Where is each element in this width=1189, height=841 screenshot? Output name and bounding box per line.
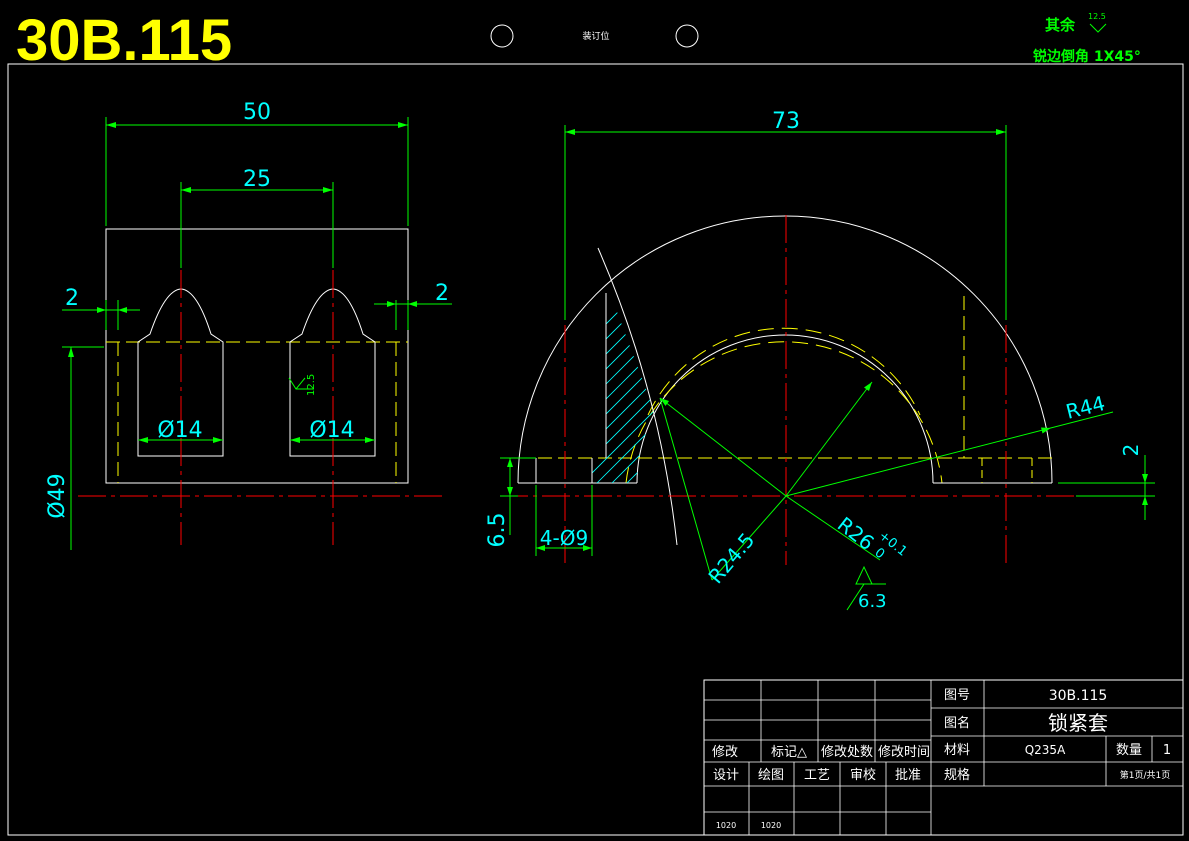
- drawing-frame: [7, 63, 1184, 836]
- code-value: 30B.115: [1049, 688, 1108, 704]
- spec-label: 规格: [944, 767, 970, 783]
- material-value: Q235A: [1025, 743, 1066, 757]
- outer-arc: [517, 215, 1053, 484]
- roughness-symbol-icon: [1089, 23, 1107, 33]
- sign-header-draw: 绘图: [758, 768, 784, 783]
- leader-line: [659, 397, 787, 497]
- dim-hole-left-dia: Ø14: [157, 418, 202, 443]
- roughness-value: 6.3: [858, 591, 887, 612]
- dim-outer-radius: R44: [1063, 391, 1107, 424]
- sign-header-review: 审校: [850, 767, 876, 783]
- binding-label: 装订位: [582, 30, 609, 42]
- dim-right-offset: 2: [435, 281, 449, 306]
- rev-header-modify: 修改: [712, 745, 738, 760]
- binding-hole-left: [490, 24, 514, 48]
- dim-hole-right-dia: Ø14: [309, 418, 354, 443]
- rev-header-mark: 标记△: [771, 745, 807, 760]
- binding-hole-right: [675, 24, 699, 48]
- dim-overall-width: 73: [772, 109, 800, 134]
- sign-value-design: 1020: [716, 821, 736, 830]
- qty-label: 数量: [1116, 743, 1142, 758]
- arrow-icon: [864, 382, 872, 391]
- material-label: 材料: [944, 743, 970, 758]
- qty-value: 1: [1163, 743, 1171, 758]
- hidden-arc: [625, 341, 943, 484]
- sign-header-design: 设计: [713, 768, 739, 783]
- dim-bore-radius: R26: [833, 512, 879, 555]
- leader-line: [785, 381, 873, 497]
- bore-arc: [636, 334, 934, 484]
- arrow-icon: [68, 347, 74, 357]
- arrow-icon: [1041, 427, 1051, 434]
- dim-bore-tol-lower: 0: [872, 545, 888, 562]
- roughness-note-value: 12.5: [1088, 12, 1106, 21]
- rev-header-count: 修改处数: [821, 745, 873, 760]
- dim-outer-dia: Ø49: [45, 473, 70, 518]
- leader-line: [659, 397, 713, 581]
- dim-overall-width: 50: [243, 100, 271, 125]
- drawing-canvas: 30B.115 装订位 其余 12.5 锐边倒角 1X45° 50 25 2 2…: [7, 8, 1184, 836]
- dim-holes: 4-Ø9: [540, 526, 588, 550]
- dim-step-height: 2: [1119, 444, 1143, 457]
- left-view-outline: [105, 228, 409, 484]
- dim-hole-spacing: 25: [243, 167, 271, 192]
- dim-left-offset: 2: [65, 286, 79, 311]
- drawing-code-title: 30B.115: [16, 8, 232, 73]
- hidden-arc: [647, 327, 921, 416]
- sign-header-process: 工艺: [804, 768, 830, 783]
- title-block: 修改 标记△ 修改处数 修改时间 设计 绘图 工艺 审校 批准 1020 102…: [703, 679, 1184, 836]
- right-view: 73 R44 R24.5 R26 +0.1 0 6.3 2 6.5 4-Ø9: [485, 109, 1155, 612]
- name-label: 图名: [944, 715, 970, 731]
- left-view: 50 25 2 2 Ø14 Ø14 Ø49 12.5: [45, 100, 452, 550]
- roughness-note-prefix: 其余: [1045, 16, 1076, 34]
- roughness-value: 12.5: [306, 374, 317, 396]
- roughness-symbol-icon: [855, 565, 873, 585]
- code-label: 图号: [944, 688, 970, 703]
- dim-inner-radius: R24.5: [703, 528, 759, 588]
- sign-header-approve: 批准: [895, 768, 921, 783]
- section-hatch: [592, 293, 655, 483]
- dim-base-height: 6.5: [485, 513, 510, 548]
- page-value: 第1页/共1页: [1120, 769, 1171, 781]
- rev-header-time: 修改时间: [878, 745, 930, 760]
- chamfer-note: 锐边倒角 1X45°: [1033, 48, 1141, 65]
- name-value: 锁紧套: [1048, 711, 1108, 735]
- sign-value-draw: 1020: [761, 821, 781, 830]
- roughness-symbol-icon: [295, 377, 306, 390]
